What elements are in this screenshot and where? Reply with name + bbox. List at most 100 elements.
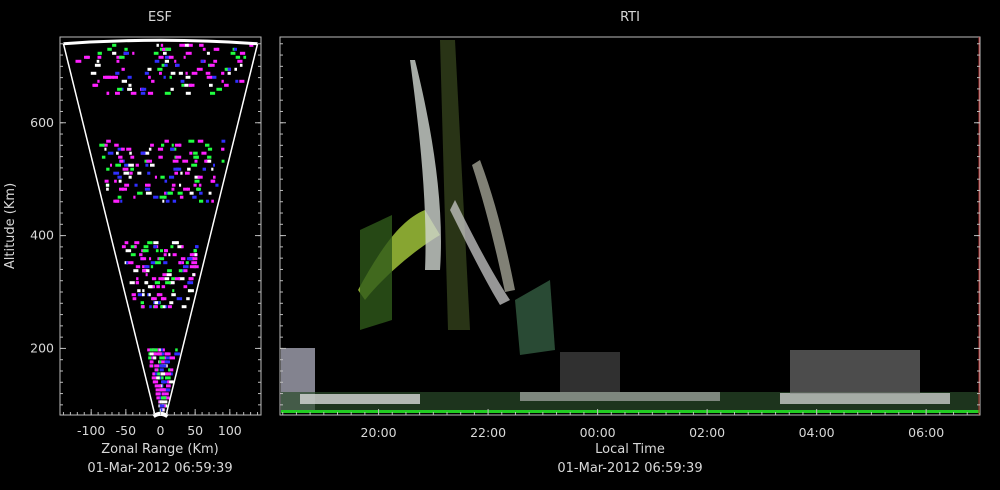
esf-echo-pixel: [119, 55, 125, 59]
rti-plume-dark-green: [360, 215, 392, 330]
esf-echo-pixel: [115, 71, 120, 75]
esf-echo-pixel: [191, 163, 198, 167]
esf-echo-pixel: [235, 79, 239, 83]
esf-echo-pixel: [126, 261, 129, 265]
esf-echo-pixel: [239, 63, 243, 67]
esf-echo-pixel: [183, 269, 188, 273]
esf-echo-pixel: [133, 195, 136, 199]
esf-echo-pixel: [113, 171, 120, 175]
esf-echo-pixel: [186, 187, 190, 191]
esf-echo-pixel: [207, 147, 213, 151]
esf-echo-pixel: [164, 91, 171, 95]
esf-echo-pixel: [123, 51, 129, 55]
esf-echo-pixel: [106, 183, 109, 187]
esf-echo-pixel: [121, 147, 125, 151]
esf-echo-pixel: [155, 249, 159, 253]
esf-echo-pixel: [198, 183, 202, 187]
esf-echo-pixel: [124, 167, 129, 171]
esf-echo-pixel: [151, 376, 157, 380]
esf-echo-pixel: [164, 179, 168, 183]
esf-echo-pixel: [188, 83, 192, 87]
esf-echo-pixel: [181, 305, 187, 309]
esf-echo-pixel: [152, 380, 156, 384]
esf-echo-pixel: [202, 167, 206, 171]
esf-echo-pixel: [104, 147, 107, 151]
esf-echo-pixel: [204, 159, 208, 163]
esf-echo-pixel: [185, 91, 191, 95]
esf-echo-pixel: [185, 75, 191, 79]
esf-echo-pixel: [206, 75, 213, 79]
esf-echo-pixel: [160, 43, 164, 47]
rti-title: RTI: [620, 10, 640, 25]
esf-echo-pixel: [153, 195, 159, 199]
esf-echo-pixel: [124, 241, 129, 245]
esf-echo-pixel: [192, 257, 198, 261]
esf-echo-pixel: [159, 356, 165, 360]
esf-echo-pixel: [156, 285, 160, 289]
esf-echo-pixel: [125, 249, 132, 253]
esf-echo-pixel: [210, 91, 216, 95]
esf-echo-pixel: [178, 261, 182, 265]
rti-x-tick-label: 02:00: [689, 425, 725, 440]
esf-echo-pixel: [174, 59, 177, 63]
esf-echo-pixel: [119, 159, 124, 163]
esf-echo-pixel: [189, 151, 193, 155]
esf-echo-pixel: [165, 281, 171, 285]
esf-echo-pixel: [239, 51, 246, 55]
rti-x-tick-label: 20:00: [361, 425, 397, 440]
esf-echo-pixel: [179, 143, 182, 147]
esf-echo-pixel: [140, 91, 146, 95]
esf-echo-pixel: [161, 297, 165, 301]
esf-echo-pixel: [113, 199, 119, 203]
esf-echo-pixel: [104, 179, 109, 183]
esf-echo-pixel: [172, 199, 177, 203]
esf-y-axis-label: Altitude (Km): [3, 183, 18, 269]
esf-echo-pixel: [221, 139, 226, 143]
esf-echo-pixel: [194, 253, 197, 257]
esf-echo-pixel: [110, 163, 112, 167]
esf-echo-pixel: [139, 253, 143, 257]
esf-echo-pixel: [172, 289, 175, 293]
esf-echo-pixel: [128, 163, 134, 167]
esf-echo-pixel: [150, 163, 155, 167]
esf-echo-pixel: [175, 155, 182, 159]
esf-echo-pixel: [174, 171, 178, 175]
esf-echo-pixel: [112, 43, 117, 47]
esf-echo-pixel: [121, 245, 126, 249]
esf-echo-pixel: [167, 380, 170, 384]
esf-echo-pixel: [161, 396, 167, 400]
esf-echo-pixel: [135, 265, 141, 269]
esf-echo-pixel: [235, 55, 241, 59]
esf-echo-pixel: [133, 269, 139, 273]
esf-echo-pixel: [209, 83, 213, 87]
esf-echo-pixel: [164, 360, 169, 364]
esf-echo-pixel: [208, 191, 212, 195]
esf-echo-pixel: [148, 293, 151, 297]
esf-echo-pixel: [159, 71, 162, 75]
esf-echo-pixel: [184, 83, 189, 87]
esf-echo-pixel: [165, 376, 171, 380]
esf-echo-pixel: [205, 143, 210, 147]
esf-echo-pixel: [152, 372, 155, 376]
esf-echo-pixel: [168, 305, 172, 309]
esf-echo-pixel: [156, 43, 159, 47]
esf-echo-pixel: [150, 143, 154, 147]
esf-echo-pixel: [114, 179, 117, 183]
esf-echo-pixel: [187, 289, 194, 293]
esf-echo-pixel: [211, 199, 214, 203]
esf-echo-pixel: [169, 301, 174, 305]
esf-echo-pixel: [180, 171, 183, 175]
esf-echo-pixel: [154, 175, 157, 179]
esf-echo-pixel: [154, 59, 160, 63]
esf-echo-pixel: [158, 55, 164, 59]
esf-echo-pixel: [161, 372, 166, 376]
esf-echo-pixel: [142, 293, 145, 297]
esf-echo-pixel: [230, 51, 236, 55]
esf-echo-pixel: [180, 79, 185, 83]
esf-echo-pixel: [124, 163, 129, 167]
rti-x-tick-label: 06:00: [908, 425, 944, 440]
esf-echo-pixel: [184, 43, 189, 47]
esf-echo-pixel: [99, 143, 105, 147]
esf-echo-pixel: [143, 245, 149, 249]
esf-title: ESF: [148, 10, 172, 25]
